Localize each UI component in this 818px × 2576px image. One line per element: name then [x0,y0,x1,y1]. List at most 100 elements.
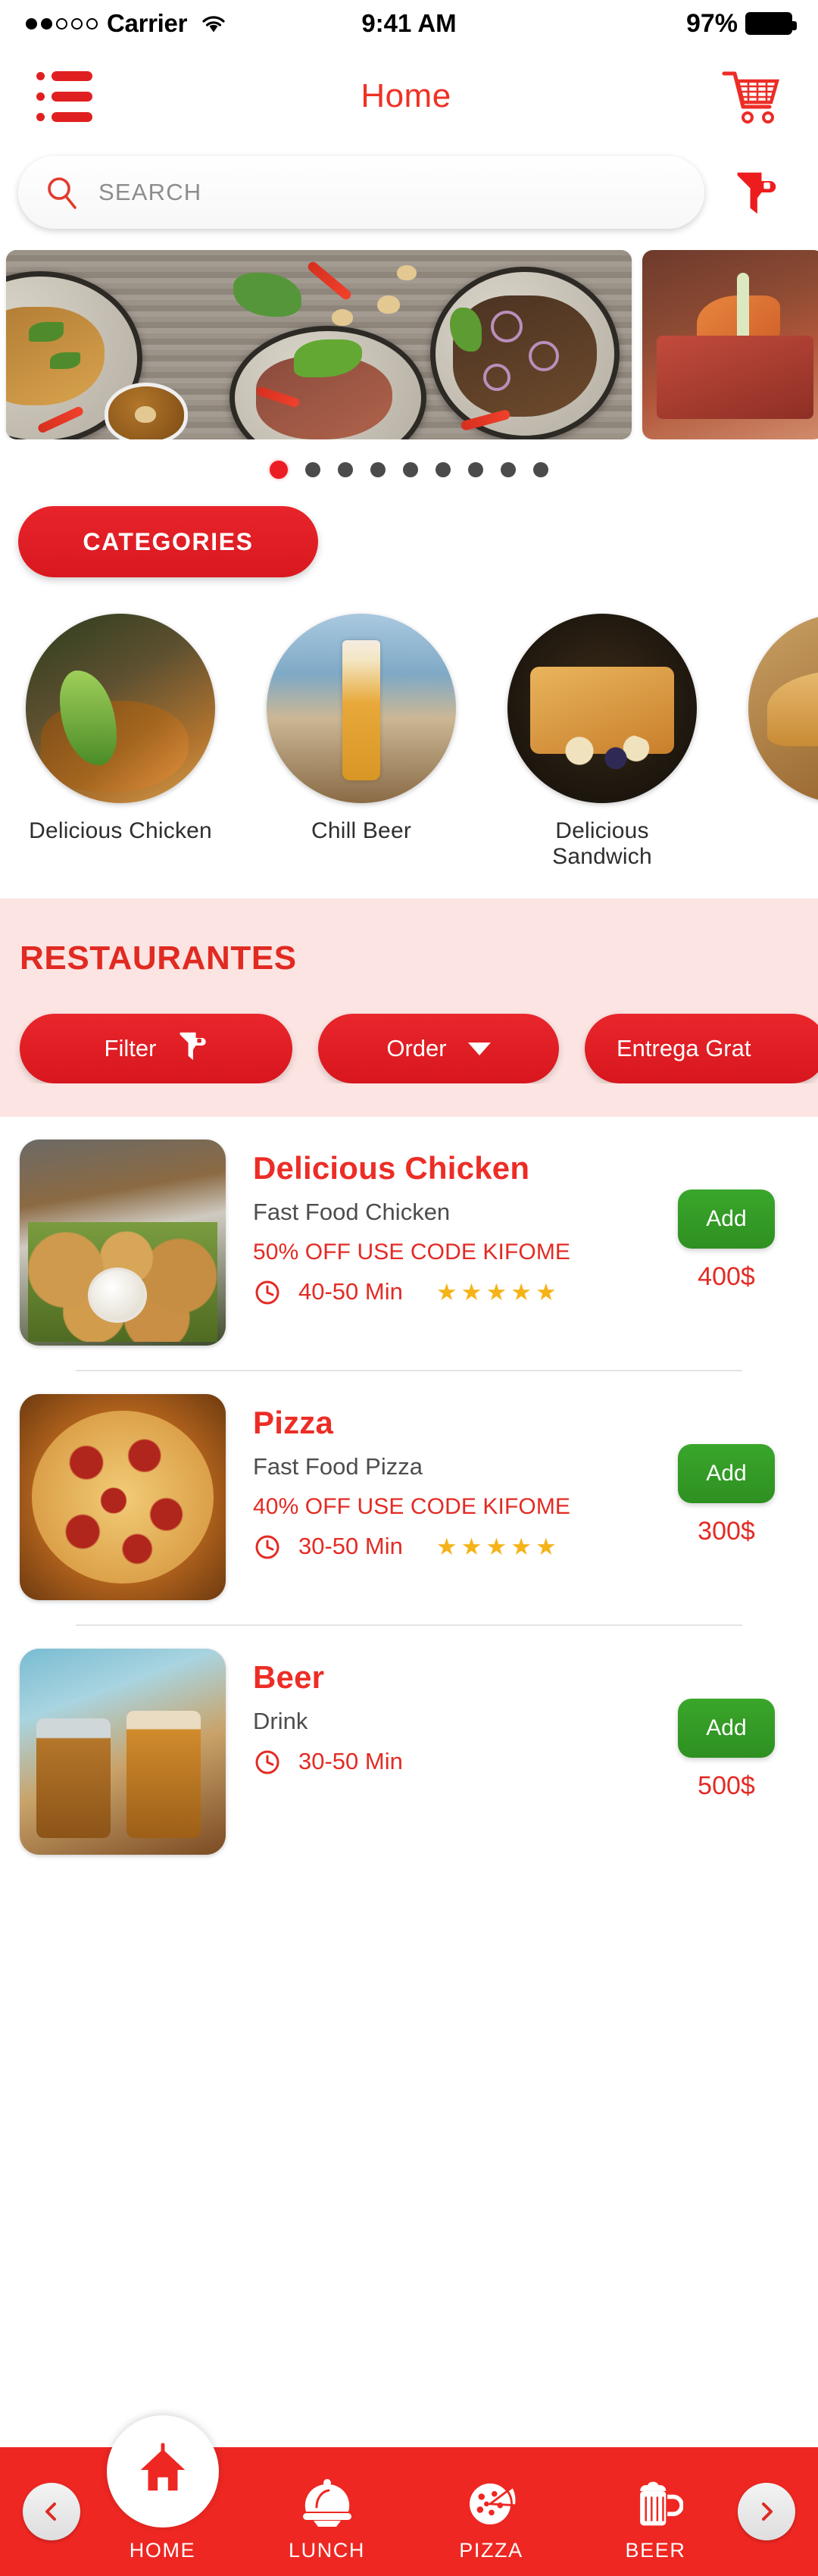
pagination-dot[interactable] [533,462,548,477]
burger-circle-image [748,614,818,803]
rating-stars: ★ ★ ★ ★ ★ [436,1280,557,1304]
app-header: Home [0,47,818,145]
fried-chicken-thumb-image [20,1140,226,1346]
chevron-left-icon[interactable] [23,2483,80,2540]
pizza-thumb-image [20,1394,226,1600]
pizza-slice-icon [463,2472,520,2530]
price-label: 300$ [698,1517,755,1546]
delivery-time: 30-50 Min [298,1748,403,1774]
search-placeholder: SEARCH [98,179,202,205]
restaurant-card[interactable]: Pizza Fast Food Pizza 40% OFF USE CODE K… [0,1371,818,1600]
magnifier-icon [44,175,79,210]
star-icon: ★ [485,1278,507,1305]
star-icon: ★ [535,1278,557,1305]
filter-pill-button[interactable]: Filter [20,1014,292,1083]
funnel-filter-icon[interactable] [712,167,800,218]
add-button[interactable]: Add [678,1190,775,1249]
restaurant-category: Drink [253,1708,308,1734]
battery-icon [745,12,797,35]
pagination-dot[interactable] [468,462,483,477]
restaurant-name: Delicious Chicken [253,1150,530,1186]
list-menu-icon[interactable] [36,70,92,122]
restaurant-meta: 30-50 Min [253,1747,654,1776]
restaurant-filter-pills[interactable]: Filter Order Entrega Grat [0,977,818,1083]
categories-button[interactable]: CATEGORIES [18,506,318,577]
star-icon: ★ [436,1278,457,1305]
order-pill-label: Order [386,1035,447,1061]
restaurant-info: Delicious Chicken Fast Food Chicken 50% … [226,1140,654,1306]
restaurant-meta: 40-50 Min ★ ★ ★ ★ ★ [253,1277,654,1306]
pagination-dot[interactable] [501,462,516,477]
star-icon: ★ [461,1278,482,1305]
add-button[interactable]: Add [678,1444,775,1503]
carousel-pagination[interactable] [0,439,818,500]
search-input[interactable]: SEARCH [18,156,704,229]
beer-mug-icon [629,2472,683,2530]
restaurant-promo: 40% OFF USE CODE KIFOME [253,1494,571,1519]
bottom-navigation-bar: HOME LUNCH PIZZA BEER [0,2415,818,2576]
category-item-burger[interactable] [748,614,818,870]
nav-label: HOME [129,2539,196,2562]
free-delivery-pill-button[interactable]: Entrega Grat [585,1014,818,1083]
chevron-down-icon [467,1042,491,1055]
restaurant-action: Add 500$ [654,1649,798,1801]
hero-slide-food-plates[interactable] [6,250,632,439]
restaurant-info: Pizza Fast Food Pizza 40% OFF USE CODE K… [226,1394,654,1561]
home-active-bubble[interactable] [106,2415,219,2528]
restaurant-info: Beer Drink 30-50 Min [226,1649,654,1776]
nav-item-home[interactable]: HOME [98,2415,227,2562]
pagination-dot[interactable] [270,461,288,479]
categories-button-row: CATEGORIES [0,500,818,577]
category-item-chicken[interactable]: Delicious Chicken [26,614,215,870]
nav-label: LUNCH [288,2539,365,2562]
restaurant-promo: 50% OFF USE CODE KIFOME [253,1240,571,1265]
star-icon: ★ [461,1533,482,1560]
filter-pill-label: Filter [104,1035,157,1061]
star-icon: ★ [436,1533,457,1560]
category-item-beer[interactable]: Chill Beer [267,614,456,870]
free-delivery-pill-label: Entrega Grat [617,1035,751,1061]
nav-label: PIZZA [459,2539,523,2562]
category-label: Delicious Sandwich [552,818,652,869]
page-title: Home [361,77,451,114]
pagination-dot[interactable] [403,462,418,477]
hero-slide-steak[interactable] [642,250,818,439]
category-list[interactable]: Delicious Chicken Chill Beer Delicious S… [0,577,818,870]
shopping-cart-icon[interactable] [720,66,782,127]
pagination-dot[interactable] [305,462,320,477]
nav-item-beer[interactable]: BEER [592,2472,720,2562]
hero-carousel[interactable] [0,250,818,439]
delivery-time: 40-50 Min [298,1278,403,1305]
clock-icon [253,1532,282,1561]
pagination-dot[interactable] [436,462,451,477]
restaurants-title: RESTAURANTES [20,939,297,977]
star-icon: ★ [510,1278,532,1305]
chevron-right-icon[interactable] [738,2483,795,2540]
restaurant-card[interactable]: Beer Drink 30-50 Min Add 500$ [0,1626,818,1855]
restaurant-card[interactable]: Delicious Chicken Fast Food Chicken 50% … [0,1117,818,1346]
search-row: SEARCH [0,145,818,241]
restaurant-category: Fast Food Chicken [253,1199,451,1225]
nav-label: BEER [625,2539,686,2562]
funnel-filter-icon [177,1028,208,1069]
price-label: 400$ [698,1262,755,1291]
delivery-time: 30-50 Min [298,1533,403,1559]
chicken-salad-circle-image [26,614,215,803]
add-button[interactable]: Add [678,1699,775,1758]
nav-item-pizza[interactable]: PIZZA [427,2472,556,2562]
restaurant-name: Pizza [253,1405,334,1440]
restaurants-section-header: RESTAURANTES Filter Order Entrega Grat [0,899,818,1117]
pagination-dot[interactable] [370,462,386,477]
order-pill-button[interactable]: Order [318,1014,559,1083]
category-item-sandwich[interactable]: Delicious Sandwich [507,614,697,870]
rating-stars: ★ ★ ★ ★ ★ [436,1535,557,1558]
restaurant-name: Beer [253,1659,325,1695]
bottom-nav-items: HOME LUNCH PIZZA BEER [80,2415,738,2576]
nav-item-lunch[interactable]: LUNCH [263,2472,392,2562]
star-icon: ★ [485,1533,507,1560]
restaurant-meta: 30-50 Min ★ ★ ★ ★ ★ [253,1532,654,1561]
house-icon [133,2440,192,2503]
restaurant-list: Delicious Chicken Fast Food Chicken 50% … [0,1117,818,1855]
status-bar: Carrier 9:41 AM 97% [0,0,818,47]
pagination-dot[interactable] [338,462,353,477]
